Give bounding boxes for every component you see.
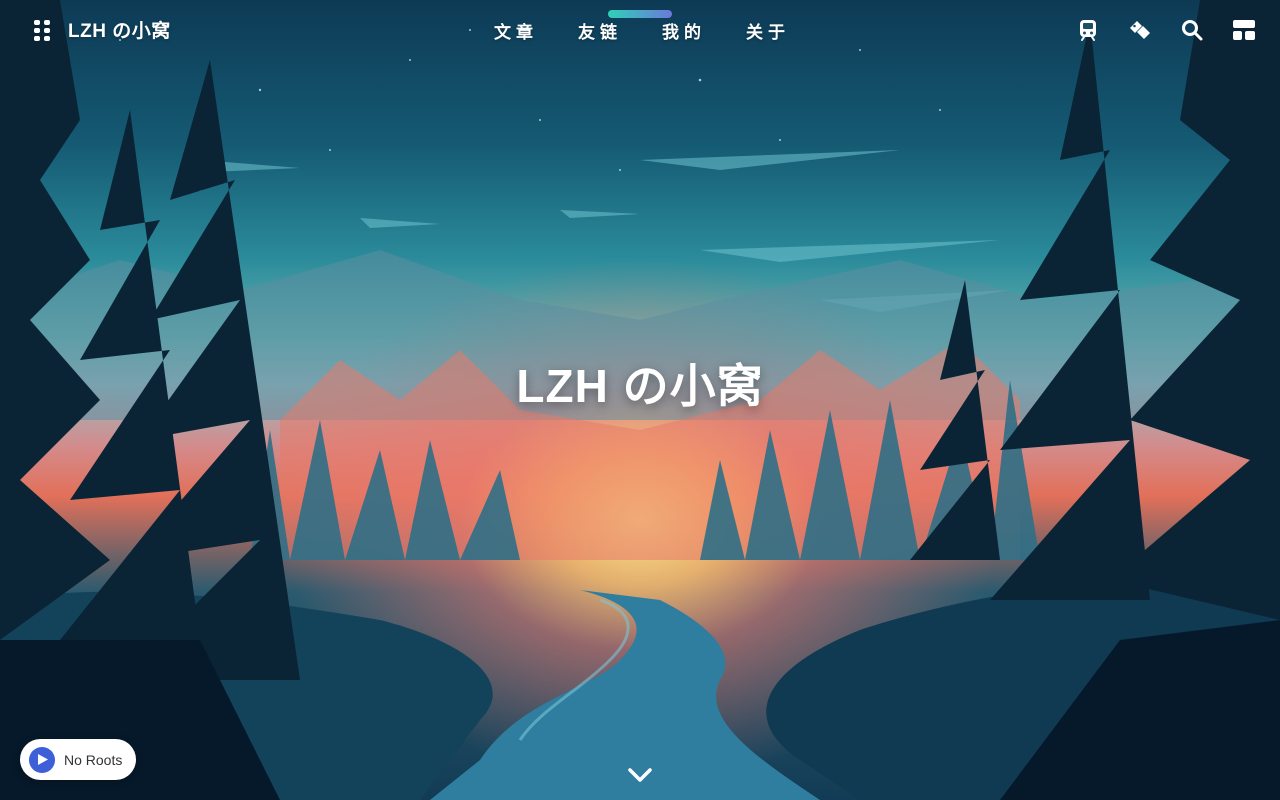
nav-item-friends[interactable]: 友链 — [558, 18, 642, 43]
hero-title: LZH の小窝 — [516, 360, 764, 412]
player-track-label: No Roots — [64, 751, 123, 768]
nav-item-articles[interactable]: 文章 — [474, 18, 558, 43]
site-title[interactable]: LZH の小窝 — [68, 16, 171, 43]
music-player[interactable]: No Roots — [20, 739, 136, 780]
scroll-down-chevron-icon[interactable] — [626, 764, 654, 786]
nav-item-mine[interactable]: 我的 — [642, 18, 726, 43]
nav-left: LZH の小窝 — [34, 16, 171, 43]
menu-grid-icon[interactable] — [34, 19, 50, 41]
subway-icon[interactable] — [1076, 18, 1100, 42]
play-button[interactable] — [29, 746, 55, 773]
nav-menu: 文章 友链 我的 关于 — [474, 18, 810, 43]
search-icon[interactable] — [1180, 18, 1204, 42]
play-icon — [38, 754, 48, 765]
nav-item-about[interactable]: 关于 — [726, 18, 810, 43]
layout-icon[interactable] — [1232, 18, 1256, 42]
nav-actions — [1076, 18, 1256, 42]
nav-active-indicator — [608, 10, 672, 18]
tags-icon[interactable] — [1128, 18, 1152, 42]
top-navbar: LZH の小窝 文章 友链 我的 关于 — [0, 0, 1280, 60]
